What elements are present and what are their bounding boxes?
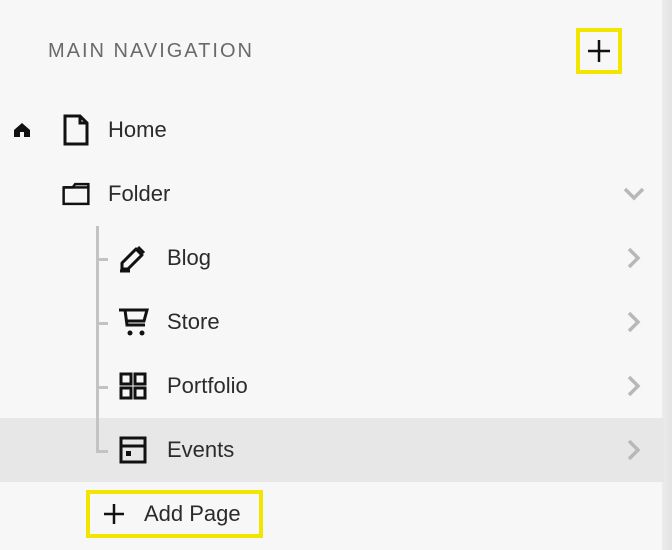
nav-item-label: Store (167, 309, 220, 335)
nav-item-drill[interactable] (604, 375, 664, 397)
nav-item-label: Folder (108, 181, 170, 207)
main-navigation-panel: MAIN NAVIGATION (0, 0, 664, 546)
nav-item-portfolio[interactable]: Portfolio (0, 354, 664, 418)
add-page-top-button[interactable] (576, 28, 622, 74)
chevron-right-icon (627, 439, 641, 461)
nav-list: Home Folder (0, 98, 664, 546)
calendar-icon (113, 435, 153, 465)
nav-header: MAIN NAVIGATION (0, 28, 664, 74)
nav-item-label: Events (167, 437, 234, 463)
grid-icon (113, 372, 153, 400)
nav-item-label: Blog (167, 245, 211, 271)
plus-icon (102, 502, 126, 526)
folder-collapse-toggle[interactable] (604, 187, 664, 201)
chevron-right-icon (627, 247, 641, 269)
nav-item-drill[interactable] (604, 311, 664, 333)
tree-line (96, 290, 99, 354)
nav-item-events[interactable]: Events (0, 418, 664, 482)
nav-item-folder[interactable]: Folder (0, 162, 664, 226)
nav-item-label: Portfolio (167, 373, 248, 399)
chevron-right-icon (627, 375, 641, 397)
nav-item-store[interactable]: Store (0, 290, 664, 354)
nav-item-blog[interactable]: Blog (0, 226, 664, 290)
plus-icon (586, 38, 612, 64)
tree-line (96, 226, 99, 290)
page-icon (62, 113, 90, 147)
nav-header-title: MAIN NAVIGATION (48, 40, 254, 63)
home-icon (12, 122, 32, 138)
nav-item-drill[interactable] (604, 439, 664, 461)
pen-icon (113, 243, 153, 273)
nav-item-drill[interactable] (604, 247, 664, 269)
tree-line (96, 354, 99, 418)
chevron-right-icon (627, 311, 641, 333)
folder-icon (62, 177, 90, 211)
add-page-label: Add Page (144, 501, 241, 527)
nav-item-home[interactable]: Home (0, 98, 664, 162)
nav-item-label: Home (108, 117, 167, 143)
chevron-down-icon (623, 187, 645, 201)
cart-icon (113, 307, 153, 337)
add-page-button[interactable]: Add Page (86, 490, 263, 538)
tree-line (96, 418, 99, 482)
add-page-row: Add Page (0, 482, 664, 546)
